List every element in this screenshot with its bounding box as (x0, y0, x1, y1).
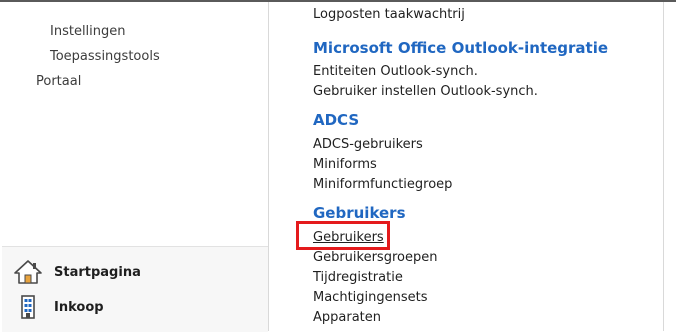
home-icon (14, 259, 42, 285)
nav-button-inkoop[interactable]: Inkoop (14, 292, 104, 322)
section-title-outlook: Microsoft Office Outlook-integratie (313, 39, 609, 57)
link-tijdregistratie[interactable]: Tijdregistratie (313, 270, 403, 285)
navigation-pane: ... Instellingen Toepassingstools Portaa… (0, 0, 676, 332)
nav-button-startpagina-label: Startpagina (54, 264, 141, 280)
right-frame-border (663, 2, 664, 331)
sidebar-item-toepassingstools[interactable]: Toepassingstools (50, 49, 160, 64)
link-gebruikersgroepen[interactable]: Gebruikersgroepen (313, 250, 437, 265)
link-miniformfunctiegroep[interactable]: Miniformfunctiegroep (313, 177, 452, 192)
building-icon (14, 294, 42, 320)
highlight-box (296, 221, 390, 250)
link-machtigingensets[interactable]: Machtigingensets (313, 290, 428, 305)
link-apparaten[interactable]: Apparaten (313, 310, 381, 325)
link-miniforms[interactable]: Miniforms (313, 157, 377, 172)
sidebar-bottom-panel: Startpagina Inkoop (2, 246, 268, 332)
link-entiteiten-outlook-synch[interactable]: Entiteiten Outlook-synch. (313, 64, 478, 79)
link-adcs-gebruikers[interactable]: ADCS-gebruikers (313, 137, 423, 152)
section-title-adcs: ADCS (313, 111, 360, 129)
sidebar-item-portaal[interactable]: Portaal (36, 74, 81, 89)
link-gebruiker-instellen-outlook-synch[interactable]: Gebruiker instellen Outlook-synch. (313, 84, 538, 99)
link-logposten-taakwachtrij[interactable]: Logposten taakwachtrij (313, 7, 465, 22)
sidebar: ... Instellingen Toepassingstools Portaa… (2, 0, 269, 332)
nav-button-inkoop-label: Inkoop (54, 299, 104, 315)
sidebar-item-instellingen[interactable]: Instellingen (50, 24, 126, 39)
content-pane: Logposten taakwachtrij Microsoft Office … (269, 2, 676, 331)
sidebar-item-partial[interactable]: ... (52, 0, 64, 4)
section-title-gebruikers: Gebruikers (313, 204, 406, 222)
nav-button-startpagina[interactable]: Startpagina (14, 257, 141, 287)
